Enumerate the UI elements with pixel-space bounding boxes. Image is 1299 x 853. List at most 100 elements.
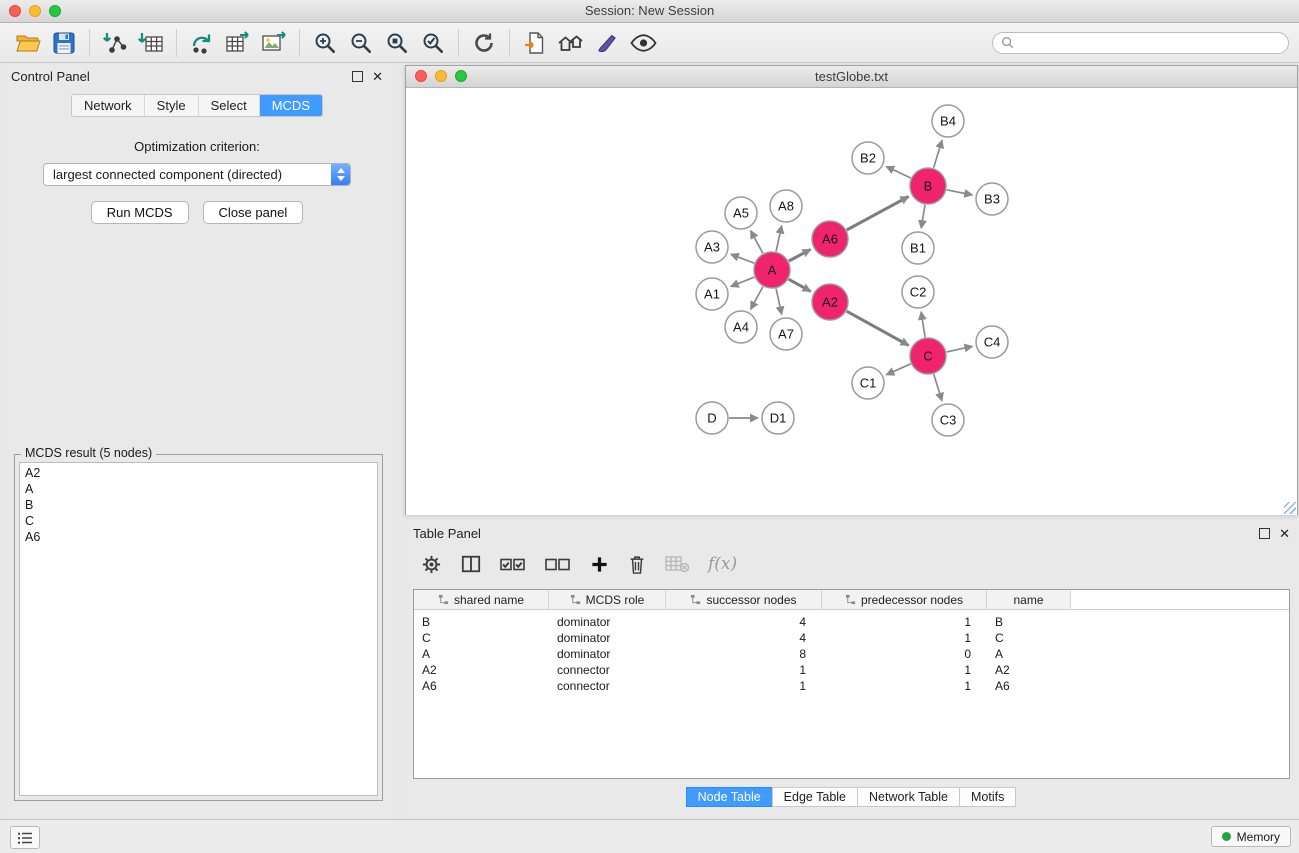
graph-edge[interactable]	[934, 140, 943, 168]
table-cell[interactable]: connector	[549, 678, 666, 694]
tab-style[interactable]: Style	[145, 95, 199, 116]
tab-motifs[interactable]: Motifs	[959, 787, 1016, 807]
graph-node-B1[interactable]: B1	[902, 232, 934, 264]
task-history-button[interactable]	[10, 826, 40, 849]
table-row[interactable]: Adominator80A	[414, 646, 1289, 662]
criterion-dropdown[interactable]: largest connected component (directed)	[43, 163, 351, 186]
table-cell[interactable]: A	[987, 646, 1071, 662]
save-session-icon[interactable]	[46, 27, 82, 59]
zoom-out-icon[interactable]	[343, 27, 379, 59]
graph-edge[interactable]	[731, 277, 755, 287]
tab-edge-table[interactable]: Edge Table	[772, 787, 858, 807]
graph-node-D[interactable]: D	[696, 402, 728, 434]
zoom-selected-icon[interactable]	[415, 27, 451, 59]
table-row[interactable]: A2connector11A2	[414, 662, 1289, 678]
result-item[interactable]: A2	[20, 465, 377, 481]
table-cell[interactable]: A6	[987, 678, 1071, 694]
table-cell[interactable]: B	[414, 614, 549, 630]
close-panel-icon[interactable]: ✕	[372, 72, 383, 82]
add-row-icon[interactable]	[590, 555, 609, 574]
float-table-panel-icon[interactable]	[1259, 528, 1270, 539]
deselect-all-checkboxes-icon[interactable]	[545, 556, 571, 573]
graph-node-B3[interactable]: B3	[976, 183, 1008, 215]
graph-node-A8[interactable]: A8	[770, 190, 802, 222]
import-network-icon[interactable]	[97, 27, 133, 59]
graph-node-A[interactable]: A	[754, 252, 790, 288]
result-item[interactable]: A	[20, 481, 377, 497]
memory-button[interactable]: Memory	[1211, 826, 1291, 847]
table-cell[interactable]: 0	[822, 646, 987, 662]
minimize-network-window-button[interactable]	[435, 70, 447, 82]
table-cell[interactable]: dominator	[549, 646, 666, 662]
show-hide-eye-icon[interactable]	[625, 27, 661, 59]
table-row[interactable]: Bdominator41B	[414, 614, 1289, 630]
graph-edge[interactable]	[847, 197, 909, 231]
graph-edge[interactable]	[751, 287, 763, 310]
table-cell[interactable]: 1	[666, 678, 822, 694]
table-cell[interactable]: C	[987, 630, 1071, 646]
table-cell[interactable]: A6	[414, 678, 549, 694]
zoom-in-icon[interactable]	[307, 27, 343, 59]
table-row[interactable]: Cdominator41C	[414, 630, 1289, 646]
graph-node-A3[interactable]: A3	[696, 231, 728, 263]
column-selector-icon[interactable]	[461, 554, 481, 574]
graph-node-B2[interactable]: B2	[852, 142, 884, 174]
graph-node-A2[interactable]: A2	[812, 284, 848, 320]
table-cell[interactable]: 4	[666, 630, 822, 646]
network-view[interactable]: B4B2BB3A5A8A6A3B1AC2A1A2A4A7C4CC1C3DD1	[406, 88, 1297, 515]
tab-network-table[interactable]: Network Table	[857, 787, 960, 807]
import-table-icon[interactable]	[133, 27, 169, 59]
network-window-titlebar[interactable]: testGlobe.txt	[406, 66, 1297, 88]
graph-edge[interactable]	[847, 311, 909, 345]
table-cell[interactable]: 1	[822, 662, 987, 678]
export-network-icon[interactable]	[184, 27, 220, 59]
tab-select[interactable]: Select	[199, 95, 260, 116]
table-cell[interactable]: connector	[549, 662, 666, 678]
table-cell[interactable]: 1	[822, 614, 987, 630]
graph-node-C2[interactable]: C2	[902, 276, 934, 308]
table-row[interactable]: A6connector11A6	[414, 678, 1289, 694]
table-cell[interactable]: B	[987, 614, 1071, 630]
graph-node-A4[interactable]: A4	[725, 311, 757, 343]
select-all-checkboxes-icon[interactable]	[500, 556, 526, 573]
column-header-successor-nodes[interactable]: successor nodes	[666, 590, 822, 609]
tab-mcds[interactable]: MCDS	[260, 95, 322, 116]
table-cell[interactable]: A	[414, 646, 549, 662]
graph-edge[interactable]	[789, 279, 811, 291]
close-panel-button[interactable]: Close panel	[203, 201, 304, 224]
open-folder-icon[interactable]	[10, 27, 46, 59]
table-cell[interactable]: 1	[666, 662, 822, 678]
graph-edge[interactable]	[947, 190, 973, 195]
graph-edge[interactable]	[921, 312, 925, 337]
resize-grip[interactable]	[1284, 502, 1296, 514]
graph-node-A6[interactable]: A6	[812, 221, 848, 257]
graph-edge[interactable]	[947, 346, 973, 352]
graph-node-C4[interactable]: C4	[976, 326, 1008, 358]
settings-gear-icon[interactable]	[421, 554, 442, 575]
table-cell[interactable]: 4	[666, 614, 822, 630]
table-cell[interactable]: A2	[987, 662, 1071, 678]
float-panel-icon[interactable]	[352, 71, 363, 82]
export-table-icon[interactable]	[220, 27, 256, 59]
graph-node-A7[interactable]: A7	[770, 318, 802, 350]
graph-edge[interactable]	[886, 364, 911, 375]
delete-row-trash-icon[interactable]	[628, 554, 646, 575]
graph-edge[interactable]	[751, 231, 763, 254]
search-input[interactable]	[1019, 35, 1280, 51]
tab-node-table[interactable]: Node Table	[686, 787, 773, 807]
result-item[interactable]: B	[20, 497, 377, 513]
graph-node-D1[interactable]: D1	[762, 402, 794, 434]
table-cell[interactable]: C	[414, 630, 549, 646]
close-network-window-button[interactable]	[415, 70, 427, 82]
graph-edge[interactable]	[731, 254, 755, 263]
zoom-network-window-button[interactable]	[455, 70, 467, 82]
graph-node-C[interactable]: C	[910, 338, 946, 374]
graph-edge[interactable]	[776, 289, 782, 315]
graph-node-B[interactable]: B	[910, 168, 946, 204]
column-header-shared-name[interactable]: shared name	[414, 590, 549, 609]
graph-edge[interactable]	[789, 249, 811, 261]
graph-edge[interactable]	[921, 205, 925, 229]
graph-node-C1[interactable]: C1	[852, 367, 884, 399]
result-item[interactable]: C	[20, 513, 377, 529]
table-cell[interactable]: 1	[822, 678, 987, 694]
